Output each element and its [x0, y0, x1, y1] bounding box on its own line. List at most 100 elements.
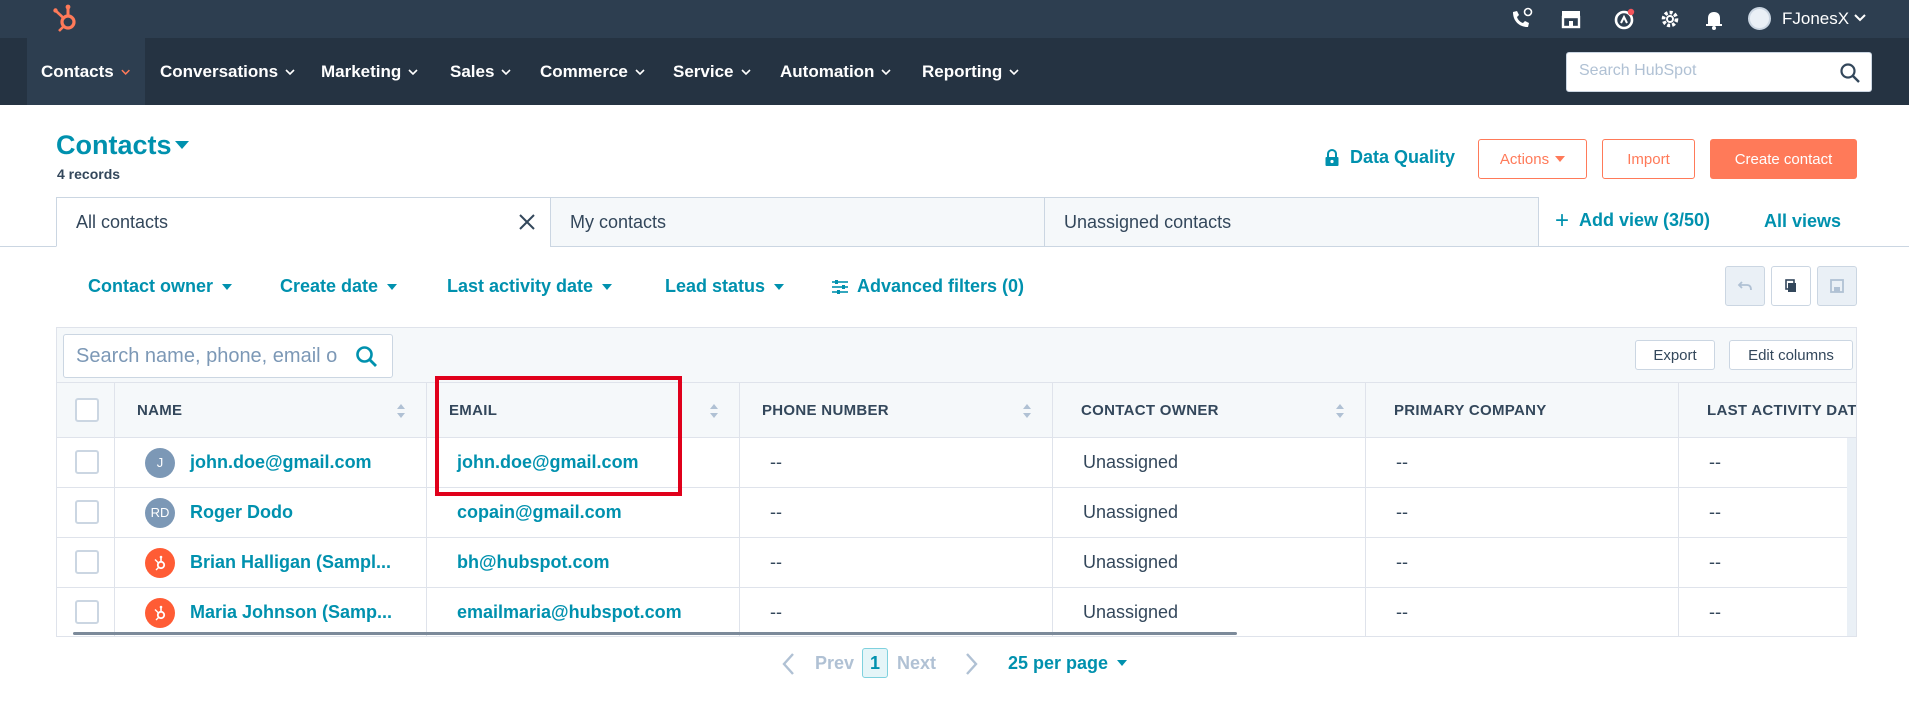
contact-name-link[interactable]: Brian Halligan (Sampl...: [190, 552, 391, 573]
nav-item-commerce[interactable]: Commerce: [526, 38, 660, 105]
user-avatar[interactable]: [1748, 7, 1771, 30]
row-checkbox[interactable]: [75, 600, 99, 624]
owner-cell[interactable]: Unassigned: [1053, 538, 1366, 587]
per-page-select[interactable]: 25 per page: [1008, 648, 1128, 678]
column-header-contact-owner[interactable]: CONTACT OWNER: [1053, 383, 1366, 438]
undo-icon: [1737, 281, 1752, 291]
nav-item-conversations[interactable]: Conversations: [146, 38, 310, 105]
email-cell: bh@hubspot.com: [427, 538, 740, 587]
add-view-button[interactable]: + Add view (3/50): [1555, 208, 1711, 232]
horizontal-scrollbar[interactable]: [73, 632, 1237, 635]
filter-label: Create date: [280, 276, 379, 296]
all-views-link[interactable]: All views: [1764, 211, 1841, 232]
owner-cell[interactable]: Unassigned: [1053, 438, 1366, 487]
nav-item-automation[interactable]: Automation: [766, 38, 906, 105]
global-search-input[interactable]: [1579, 62, 1829, 80]
filter-label: Contact owner: [88, 276, 214, 296]
hubspot-logo-icon[interactable]: [50, 2, 84, 36]
filter-last-activity-date[interactable]: Last activity date: [447, 276, 613, 297]
select-all-checkbox[interactable]: [75, 398, 99, 422]
email-column-highlight: [435, 376, 682, 496]
nav-item-sales[interactable]: Sales: [436, 38, 526, 105]
vertical-scroll-track[interactable]: [1847, 438, 1856, 636]
contact-email-link[interactable]: copain@gmail.com: [457, 502, 622, 523]
next-page-button[interactable]: Next: [897, 648, 936, 678]
prev-page-button[interactable]: Prev: [815, 648, 854, 678]
company-cell[interactable]: --: [1366, 538, 1679, 587]
row-checkbox[interactable]: [75, 550, 99, 574]
phone-cell[interactable]: --: [740, 538, 1053, 587]
column-label: LAST ACTIVITY DATE: [1707, 402, 1857, 419]
owner-cell[interactable]: Unassigned: [1053, 588, 1366, 636]
filter-contact-owner[interactable]: Contact owner: [88, 276, 233, 297]
column-header-name[interactable]: NAME: [115, 383, 427, 438]
column-label: PHONE NUMBER: [762, 402, 889, 419]
chevron-down-icon[interactable]: [1852, 10, 1868, 26]
filter-sliders-icon: [832, 279, 848, 294]
page-title[interactable]: Contacts: [56, 130, 172, 161]
company-cell[interactable]: --: [1366, 488, 1679, 537]
phone-cell[interactable]: --: [740, 588, 1053, 636]
sort-icon[interactable]: [709, 401, 719, 421]
phone-cell[interactable]: --: [740, 488, 1053, 537]
filter-create-date[interactable]: Create date: [280, 276, 398, 297]
column-header-last-activity-date[interactable]: LAST ACTIVITY DATE: [1679, 383, 1857, 438]
table-search-input[interactable]: [76, 345, 351, 368]
import-button[interactable]: Import: [1602, 139, 1695, 179]
advanced-filters-button[interactable]: Advanced filters (0): [831, 276, 1024, 297]
chevron-right-icon[interactable]: [961, 651, 981, 677]
sort-icon[interactable]: [1335, 401, 1345, 421]
search-icon[interactable]: [1839, 62, 1861, 84]
record-count: 4 records: [57, 166, 121, 182]
save-icon: [1830, 279, 1844, 293]
company-cell[interactable]: --: [1366, 438, 1679, 487]
contact-name-link[interactable]: Maria Johnson (Samp...: [190, 602, 392, 623]
column-header-primary-company[interactable]: PRIMARY COMPANY: [1366, 383, 1679, 438]
user-name[interactable]: FJonesX: [1782, 9, 1849, 29]
contact-email-link[interactable]: bh@hubspot.com: [457, 552, 610, 573]
clone-view-button[interactable]: [1771, 266, 1811, 306]
column-header-phone-number[interactable]: PHONE NUMBER: [740, 383, 1053, 438]
save-view-button[interactable]: [1817, 266, 1857, 306]
contact-avatar: RD: [145, 497, 175, 528]
help-icon[interactable]: [1611, 6, 1637, 32]
edit-columns-button[interactable]: Edit columns: [1729, 340, 1853, 370]
caret-down-icon[interactable]: [175, 141, 189, 149]
nav-item-contacts[interactable]: Contacts: [27, 38, 145, 105]
company-cell[interactable]: --: [1366, 588, 1679, 636]
owner-cell[interactable]: Unassigned: [1053, 488, 1366, 537]
phone-cell[interactable]: --: [740, 438, 1053, 487]
global-search-box[interactable]: [1566, 52, 1872, 92]
sort-icon[interactable]: [396, 401, 406, 421]
create-contact-button[interactable]: Create contact: [1710, 139, 1857, 179]
actions-button[interactable]: Actions: [1478, 139, 1587, 179]
tab-my-contacts[interactable]: My contacts: [550, 197, 1045, 247]
column-label: CONTACT OWNER: [1081, 402, 1219, 419]
data-quality-link[interactable]: Data Quality: [1324, 147, 1455, 168]
row-checkbox[interactable]: [75, 500, 99, 524]
marketplace-icon[interactable]: [1558, 6, 1584, 32]
sort-icon[interactable]: [1022, 401, 1032, 421]
contact-email-link[interactable]: emailmaria@hubspot.com: [457, 602, 682, 623]
chevron-left-icon[interactable]: [779, 651, 799, 677]
search-icon[interactable]: [355, 345, 378, 368]
row-checkbox[interactable]: [75, 450, 99, 474]
undo-button[interactable]: [1725, 266, 1765, 306]
nav-item-label: Conversations: [160, 61, 279, 81]
calling-icon[interactable]: [1508, 6, 1534, 32]
export-button[interactable]: Export: [1635, 340, 1715, 370]
notifications-icon[interactable]: [1701, 6, 1727, 32]
tab-all-contacts[interactable]: All contacts: [56, 197, 551, 247]
nav-item-service[interactable]: Service: [659, 38, 766, 105]
settings-icon[interactable]: [1657, 6, 1683, 32]
current-page-number[interactable]: 1: [862, 648, 888, 678]
filter-lead-status[interactable]: Lead status: [665, 276, 785, 297]
nav-item-reporting[interactable]: Reporting: [908, 38, 1034, 105]
table-search-box[interactable]: [63, 334, 393, 378]
close-icon[interactable]: [518, 213, 536, 231]
add-view-label: Add view (3/50): [1579, 210, 1711, 230]
tab-unassigned-contacts[interactable]: Unassigned contacts: [1044, 197, 1539, 247]
nav-item-marketing[interactable]: Marketing: [307, 38, 433, 105]
contact-name-link[interactable]: Roger Dodo: [190, 502, 293, 523]
contact-name-link[interactable]: john.doe@gmail.com: [190, 452, 372, 473]
